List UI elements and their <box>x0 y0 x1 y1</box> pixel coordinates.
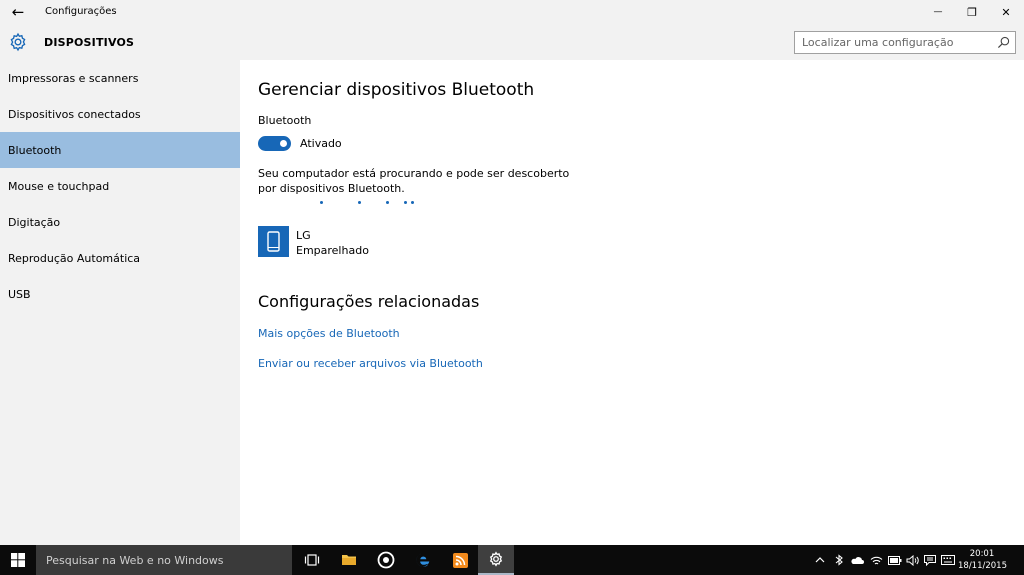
feed-reader-button[interactable] <box>442 545 478 575</box>
settings-search-box[interactable] <box>794 31 1016 54</box>
bluetooth-tray-button[interactable] <box>831 545 847 575</box>
section-title: DISPOSITIVOS <box>44 36 135 49</box>
settings-window: ← Configurações — ❐ ✕ DISPOSITIVOS Local… <box>0 0 1024 575</box>
device-status: Emparelhado <box>296 244 369 257</box>
sidebar-item-mouse-touchpad[interactable]: Mouse e touchpad <box>0 168 240 204</box>
sidebar-item-bluetooth[interactable]: Bluetooth <box>0 132 240 168</box>
restore-icon: ❐ <box>967 5 977 19</box>
progress-dot <box>386 201 389 204</box>
more-bluetooth-options-link[interactable]: Mais opções de Bluetooth <box>258 327 400 340</box>
clock-date: 18/11/2015 <box>958 561 1007 571</box>
settings-app-button[interactable] <box>478 545 514 575</box>
taskbar: Pesquisar na Web e no Windows 20:01 18/1… <box>0 545 1024 575</box>
page-heading: Gerenciar dispositivos Bluetooth <box>258 80 535 100</box>
progress-dot <box>320 201 323 204</box>
device-tile <box>258 226 289 257</box>
bluetooth-icon <box>835 554 843 566</box>
show-hidden-icons-button[interactable] <box>812 545 828 575</box>
volume-tray-button[interactable] <box>904 545 920 575</box>
gear-icon <box>10 32 26 52</box>
input-language-button[interactable] <box>939 545 957 575</box>
minimize-button[interactable]: — <box>921 0 955 24</box>
settings-search-input[interactable] <box>795 32 991 53</box>
notifications-icon <box>923 554 936 566</box>
search-icon[interactable] <box>997 36 1010 49</box>
back-arrow-icon: ← <box>11 3 25 21</box>
sidebar-item-label: Digitação <box>8 215 61 229</box>
sidebar-item-label: Reprodução Automática <box>8 251 141 265</box>
file-explorer-icon <box>342 555 356 565</box>
close-button[interactable]: ✕ <box>989 0 1023 24</box>
back-button[interactable]: ← <box>0 0 36 24</box>
progress-dot <box>404 201 407 204</box>
phone-icon <box>267 231 280 252</box>
task-view-button[interactable] <box>294 545 330 575</box>
device-name: LG <box>296 229 311 242</box>
window-title: Configurações <box>45 6 117 17</box>
onedrive-tray-button[interactable] <box>848 545 866 575</box>
action-center-button[interactable] <box>921 545 938 575</box>
progress-dot <box>411 201 414 204</box>
media-player-button[interactable] <box>368 545 404 575</box>
sidebar-item-label: Dispositivos conectados <box>8 107 141 121</box>
settings-icon <box>489 551 503 567</box>
start-button[interactable] <box>0 545 36 575</box>
wifi-icon <box>870 556 882 564</box>
chevron-up-icon <box>815 557 825 563</box>
toggle-knob <box>280 140 287 147</box>
edge-browser-button[interactable] <box>405 545 441 575</box>
battery-tray-button[interactable] <box>886 545 904 575</box>
send-receive-files-link[interactable]: Enviar ou receber arquivos via Bluetooth <box>258 357 483 370</box>
volume-icon <box>906 554 919 566</box>
bluetooth-toggle-label: Bluetooth <box>258 114 312 127</box>
onedrive-icon <box>851 556 864 564</box>
windows-logo-icon <box>11 553 25 567</box>
sidebar-item-label: Bluetooth <box>8 143 62 157</box>
feed-reader-icon <box>452 552 468 568</box>
sidebar-item-connected-devices[interactable]: Dispositivos conectados <box>0 96 240 132</box>
page-header: DISPOSITIVOS <box>0 24 1024 60</box>
sidebar-item-label: USB <box>8 287 31 301</box>
sidebar-nav: Impressoras e scanners Dispositivos cone… <box>0 60 240 545</box>
clock-time: 20:01 <box>969 549 995 559</box>
taskbar-search-box[interactable]: Pesquisar na Web e no Windows <box>36 545 292 575</box>
sidebar-item-label: Impressoras e scanners <box>8 71 139 85</box>
media-player-icon <box>377 551 395 569</box>
close-icon: ✕ <box>1001 5 1011 19</box>
network-tray-button[interactable] <box>867 545 885 575</box>
progress-dot <box>358 201 361 204</box>
sidebar-item-label: Mouse e touchpad <box>8 179 110 193</box>
discovery-description: Seu computador está procurando e pode se… <box>258 167 570 195</box>
task-view-icon <box>304 554 320 566</box>
restore-button[interactable]: ❐ <box>955 0 989 24</box>
device-item-lg[interactable]: LG Emparelhado <box>258 226 458 258</box>
bluetooth-toggle[interactable] <box>258 136 291 151</box>
sidebar-item-usb[interactable]: USB <box>0 276 240 312</box>
related-settings-heading: Configurações relacionadas <box>258 292 480 311</box>
taskbar-clock[interactable]: 20:01 18/11/2015 <box>958 548 1007 572</box>
taskbar-search-placeholder: Pesquisar na Web e no Windows <box>46 553 224 567</box>
title-bar: ← Configurações — ❐ ✕ <box>0 0 1024 24</box>
edge-icon <box>416 553 430 567</box>
minimize-icon: — <box>933 7 943 17</box>
searching-progress-indicator <box>320 201 420 207</box>
sidebar-item-printers[interactable]: Impressoras e scanners <box>0 60 240 96</box>
battery-icon <box>888 555 902 565</box>
file-explorer-button[interactable] <box>331 545 367 575</box>
main-content: Gerenciar dispositivos Bluetooth Bluetoo… <box>240 60 1024 545</box>
sidebar-item-autoplay[interactable]: Reprodução Automática <box>0 240 240 276</box>
toggle-state-text: Ativado <box>300 137 342 150</box>
sidebar-item-typing[interactable]: Digitação <box>0 204 240 240</box>
keyboard-icon <box>941 555 955 565</box>
